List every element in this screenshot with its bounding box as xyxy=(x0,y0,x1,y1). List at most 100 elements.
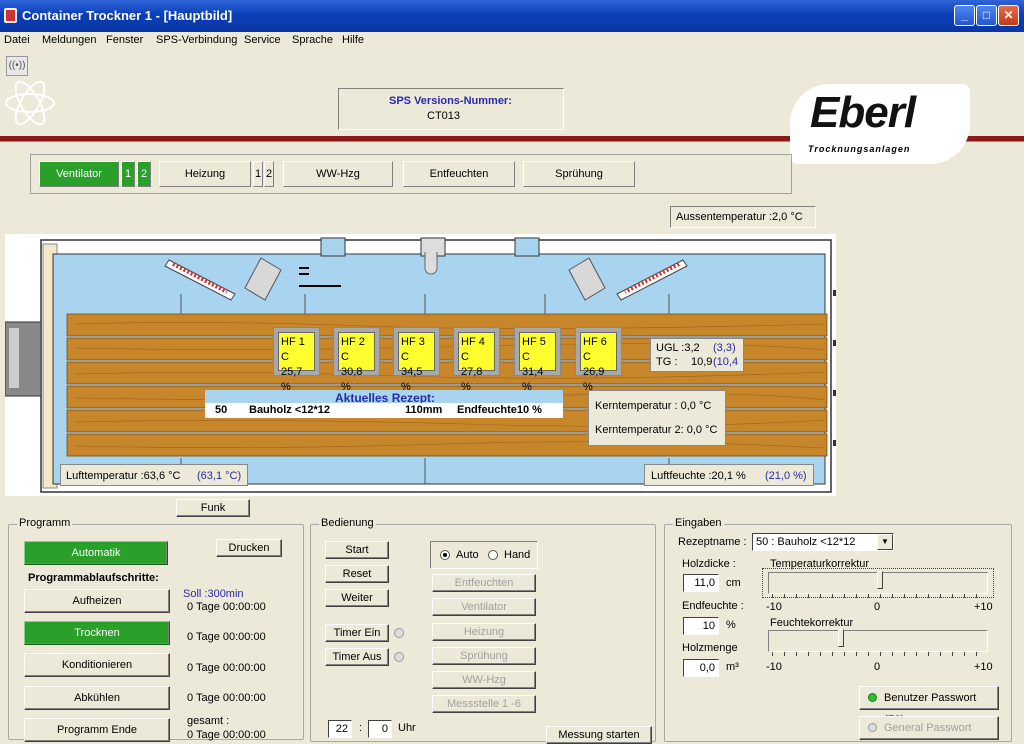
menu-meldungen[interactable]: Meldungen xyxy=(42,34,96,46)
radio-signal-icon[interactable]: ((•)) xyxy=(6,56,28,76)
holzmenge-label: Holzmenge xyxy=(682,642,738,654)
holzdicke-unit: cm xyxy=(726,577,741,589)
manual-messstelle-button[interactable]: Messstelle 1 -6 xyxy=(432,695,536,713)
step-aufheizen[interactable]: Aufheizen xyxy=(24,589,170,613)
holzmenge-input[interactable] xyxy=(683,659,719,677)
auto-radio[interactable] xyxy=(440,550,450,560)
hand-radio[interactable] xyxy=(488,550,498,560)
sps-label: SPS Versions-Nummer: xyxy=(389,95,512,107)
air-temp-soll: (63,1 °C) xyxy=(197,470,242,482)
chevron-down-icon[interactable]: ▼ xyxy=(877,534,893,550)
recipe-number: 50 xyxy=(215,404,228,416)
air-temp: Lufttemperatur :63,6 °C xyxy=(66,470,181,482)
temp-korr-thumb[interactable] xyxy=(877,571,884,589)
minimize-button[interactable]: _ xyxy=(954,5,975,26)
close-button[interactable]: ✕ xyxy=(998,5,1019,26)
temp-korr-max: +10 xyxy=(974,601,993,613)
inputs-title: Eingaben xyxy=(673,517,724,529)
sps-value: CT013 xyxy=(427,110,461,122)
feucht-korr-label: Feuchtekorrektur xyxy=(770,617,854,629)
manual-spruehung-button[interactable]: Sprühung xyxy=(432,647,536,665)
feucht-korr-slider[interactable] xyxy=(768,629,988,652)
general-passwort-label: General Passwort xyxy=(884,722,972,734)
step-trocknen[interactable]: Trocknen xyxy=(24,621,170,645)
air-humidity-box: Luftfeuchte :20,1 % (21,0 %) xyxy=(644,464,814,486)
messung-starten-button[interactable]: Messung starten xyxy=(546,726,652,744)
step-programm-ende[interactable]: Programm Ende xyxy=(24,718,170,742)
automatik-button[interactable]: Automatik xyxy=(24,541,168,565)
manual-ventilator-button[interactable]: Ventilator xyxy=(432,598,536,616)
general-passwort-button[interactable]: General Passwort xyxy=(859,716,999,740)
manual-entfeuchten-button[interactable]: Entfeuchten xyxy=(432,574,536,592)
feucht-korr-min: -10 xyxy=(766,661,782,673)
step-abkuehlen[interactable]: Abkühlen xyxy=(24,686,170,710)
holzdicke-input[interactable] xyxy=(683,574,719,592)
start-button[interactable]: Start xyxy=(325,541,389,559)
endfeuchte-input[interactable] xyxy=(683,617,719,635)
menu-sps-verbindung[interactable]: SPS-Verbindung xyxy=(156,34,237,46)
holzmenge-unit: m³ xyxy=(726,661,739,673)
maximize-button[interactable]: □ xyxy=(976,5,997,26)
menu-hilfe[interactable]: Hilfe xyxy=(342,34,364,46)
atom-logo-icon xyxy=(5,80,55,126)
air-temp-box: Lufttemperatur :63,6 °C (63,1 °C) xyxy=(60,464,248,486)
tg-soll: (10,4 xyxy=(713,356,739,368)
sensor-hf4: HF 4 C 27,8 % xyxy=(453,327,500,393)
recipe-name: Bauholz <12*12 xyxy=(249,404,331,416)
sensor-hf6: HF 6 C 26,9 % xyxy=(575,327,622,393)
eberl-logo: Eberl Trocknungsanlagen xyxy=(790,84,970,164)
manual-heizung-button[interactable]: Heizung xyxy=(432,623,536,641)
temp-korr-mid: 0 xyxy=(874,601,881,613)
timer-ein-led xyxy=(394,628,404,638)
sps-version-box: SPS Versions-Nummer: CT013 xyxy=(338,88,564,130)
sensor-label: HF 4 C xyxy=(461,336,485,363)
air-humidity-soll: (21,0 %) xyxy=(765,470,807,482)
status-ventilator-1: 1 xyxy=(121,161,135,187)
step-konditionieren-time: 0 Tage 00:00:00 xyxy=(187,662,266,674)
status-entfeuchten: Entfeuchten xyxy=(403,161,515,187)
step-abkuehlen-time: 0 Tage 00:00:00 xyxy=(187,692,266,704)
sensor-label: HF 6 C xyxy=(583,336,607,363)
menu-service[interactable]: Service xyxy=(244,34,281,46)
funk-button[interactable]: Funk xyxy=(176,499,250,517)
title-bar: Container Trockner 1 - [Hauptbild] _ □ ✕ xyxy=(0,0,1024,32)
sensor-hf1: HF 1 C 25,7 % xyxy=(273,327,320,393)
recipe-endmoisture: Endfeuchte10 % xyxy=(457,404,542,416)
temp-korr-ticks xyxy=(772,594,984,598)
timer-ein-button[interactable]: Timer Ein xyxy=(325,624,389,642)
core-temp-1: Kerntemperatur : 0,0 °C xyxy=(595,400,712,412)
auto-label: Auto xyxy=(456,549,479,561)
status-panel: Ventilator 1 2 Heizung 1 2 WW-Hzg Entfeu… xyxy=(30,154,792,194)
feucht-korr-max: +10 xyxy=(974,661,993,673)
step-konditionieren[interactable]: Konditionieren xyxy=(24,653,170,677)
menu-fenster[interactable]: Fenster xyxy=(106,34,143,46)
logo-subtitle: Trocknungsanlagen xyxy=(808,144,911,154)
tg-label: TG : xyxy=(656,356,678,368)
core-temp-2: Kerntemperatur 2: 0,0 °C xyxy=(595,424,718,436)
weiter-button[interactable]: Weiter xyxy=(325,589,389,607)
feucht-korr-thumb[interactable] xyxy=(837,629,844,647)
menu-sprache[interactable]: Sprache xyxy=(292,34,333,46)
rezeptname-select[interactable]: 50 : Bauholz <12*12 ▼ xyxy=(752,533,894,551)
timer-minute-input[interactable] xyxy=(368,720,392,738)
ugl-label: UGL :3,2 xyxy=(656,342,700,354)
sensor-label: HF 2 C xyxy=(341,336,365,363)
app-icon[interactable] xyxy=(4,8,17,23)
temp-korr-min: -10 xyxy=(766,601,782,613)
timer-aus-button[interactable]: Timer Aus xyxy=(325,648,389,666)
drucken-button[interactable]: Drucken xyxy=(216,539,282,557)
temp-korr-slider[interactable] xyxy=(768,571,988,594)
logo-text: Eberl xyxy=(810,88,916,137)
manual-ww-hzg-button[interactable]: WW-Hzg xyxy=(432,671,536,689)
sensor-hf5: HF 5 C 31,4 % xyxy=(514,327,561,393)
reset-button[interactable]: Reset xyxy=(325,565,389,583)
operation-title: Bedienung xyxy=(319,517,376,529)
endfeuchte-label: Endfeuchte : xyxy=(682,600,744,612)
ugl-soll: (3,3) xyxy=(713,342,736,354)
step-trocknen-time: 0 Tage 00:00:00 xyxy=(187,631,266,643)
menu-datei[interactable]: Datei xyxy=(4,34,30,46)
benutzer-passwort-button[interactable]: Benutzer Passwort (F2) xyxy=(859,686,999,726)
rezeptname-value: 50 : Bauholz <12*12 xyxy=(756,536,856,548)
timer-hour-input[interactable] xyxy=(328,720,352,738)
rezeptname-label: Rezeptname : xyxy=(678,536,747,548)
